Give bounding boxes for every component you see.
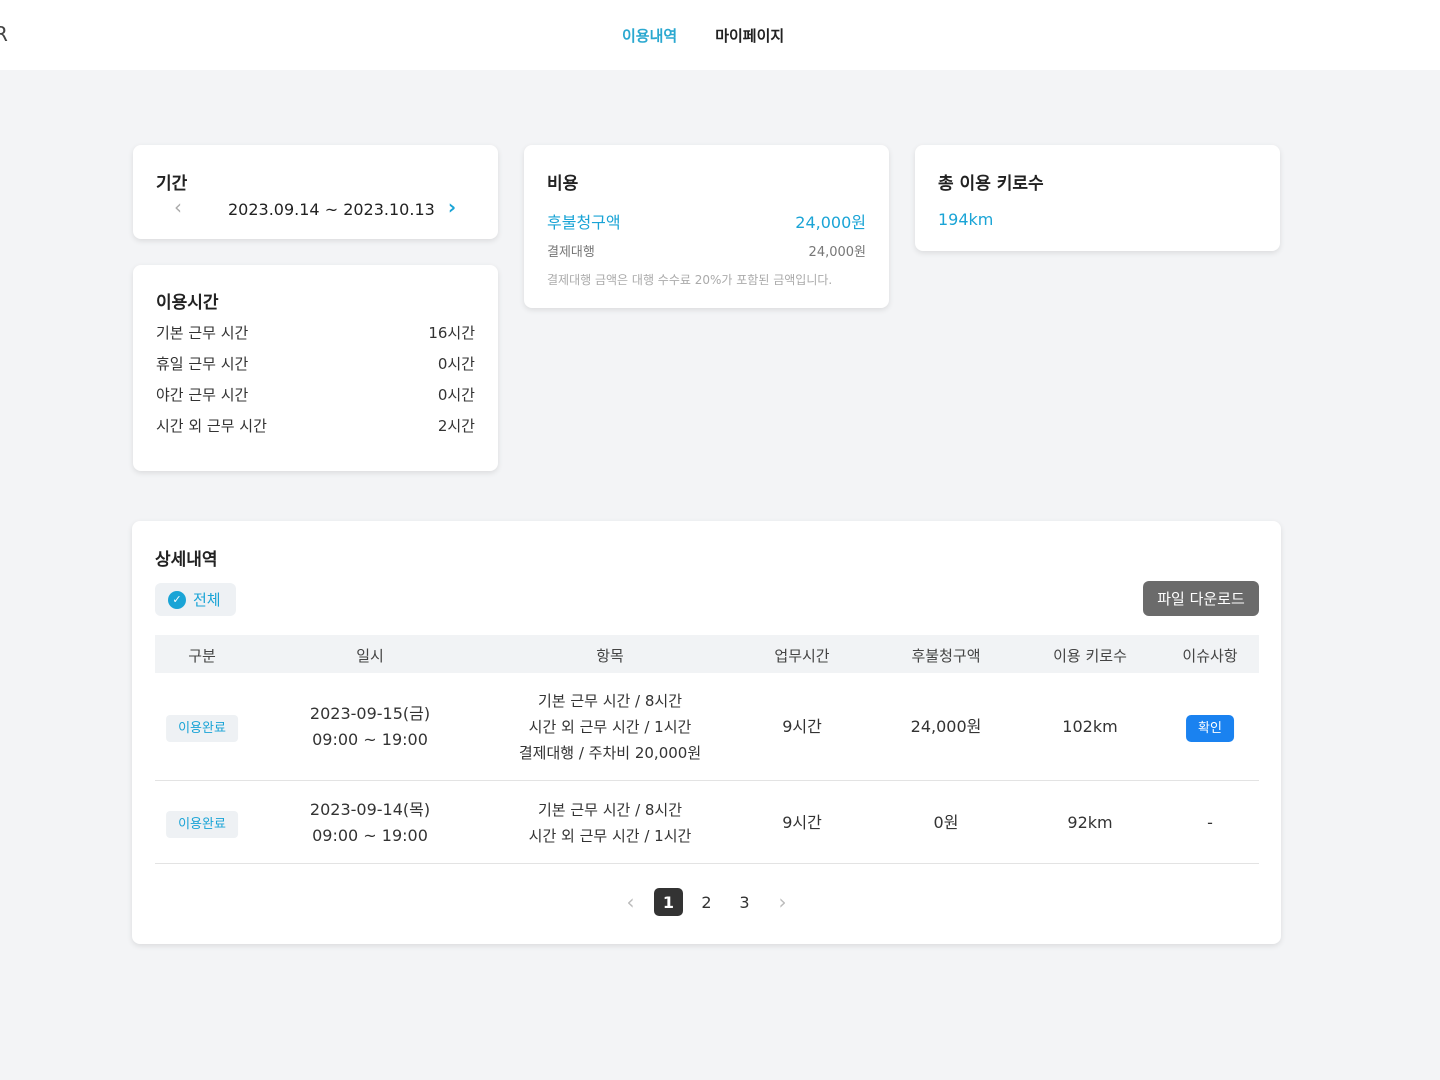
work-hours-cell: 9시간	[782, 813, 822, 832]
proxy-payment-row: 결제대행 24,000원	[547, 241, 866, 260]
date-text: 2023-09-14(목)	[309, 800, 431, 819]
usage-row-value: 0시간	[437, 386, 475, 404]
usage-time-card: 이용시간 기본 근무 시간 16시간 휴일 근무 시간 0시간 야간 근무 시간…	[133, 265, 498, 471]
logo[interactable]: R	[0, 22, 8, 46]
usage-row-label: 시간 외 근무 시간	[156, 417, 267, 435]
proxy-payment-label: 결제대행	[547, 245, 595, 260]
postpaid-row: 후불청구액 24,000원	[547, 209, 866, 233]
usage-row: 야간 근무 시간 0시간	[156, 384, 475, 405]
total-km-card: 총 이용 키로수 194km	[915, 145, 1280, 251]
page-button-3[interactable]: 3	[726, 888, 764, 916]
date-text: 2023-09-15(금)	[309, 704, 431, 723]
confirm-button[interactable]: 확인	[1186, 715, 1234, 742]
main-nav: 이용내역 마이페이지	[622, 25, 784, 46]
usage-row: 시간 외 근무 시간 2시간	[156, 415, 475, 436]
usage-row-value: 16시간	[428, 324, 475, 342]
column-header-issue: 이슈사항	[1182, 647, 1238, 665]
usage-row: 기본 근무 시간 16시간	[156, 322, 475, 343]
page-button-2[interactable]: 2	[688, 888, 726, 916]
cost-note: 결제대행 금액은 대행 수수료 20%가 포함된 금액입니다.	[547, 273, 833, 287]
time-text: 09:00 ~ 19:00	[312, 826, 428, 845]
km-cell: 102km	[1062, 717, 1118, 736]
item-line: 시간 외 근무 시간 / 1시간	[528, 827, 692, 845]
postpaid-value: 24,000원	[795, 213, 866, 232]
usage-row-label: 휴일 근무 시간	[156, 355, 249, 373]
time-text: 09:00 ~ 19:00	[312, 730, 428, 749]
items-cell: 기본 근무 시간 / 8시간 시간 외 근무 시간 / 1시간	[529, 797, 692, 849]
period-range: 2023.09.14 ~ 2023.10.13	[228, 200, 435, 219]
datetime-cell: 2023-09-14(목) 09:00 ~ 19:00	[310, 797, 430, 849]
km-cell: 92km	[1067, 813, 1113, 832]
column-header-items: 항목	[596, 647, 624, 665]
postpaid-label: 후불청구액	[547, 213, 621, 232]
item-line: 기본 근무 시간 / 8시간	[537, 692, 683, 710]
page-button-1[interactable]: 1	[650, 888, 688, 916]
chevron-left-icon[interactable]: ‹	[612, 888, 650, 916]
column-header-km: 이용 키로수	[1053, 647, 1127, 665]
issue-cell: -	[1207, 813, 1213, 832]
column-header-postpaid: 후불청구액	[911, 647, 981, 665]
postpaid-cell: 24,000원	[910, 717, 982, 736]
issue-cell: 확인	[1186, 714, 1234, 742]
nav-item-mypage[interactable]: 마이페이지	[715, 25, 784, 46]
filter-all-chip[interactable]: ✓ 전체	[155, 583, 236, 616]
top-navigation-bar: R 이용내역 마이페이지	[0, 0, 1440, 70]
postpaid-cell: 0원	[933, 813, 959, 832]
usage-row-label: 야간 근무 시간	[156, 386, 249, 404]
status-badge: 이용완료	[166, 811, 238, 838]
cost-title: 비용	[547, 174, 579, 194]
table-header: 구분 일시 항목 업무시간 후불청구액 이용 키로수 이슈사항	[155, 635, 1259, 673]
total-km-value: 194km	[938, 210, 994, 229]
status-cell: 이용완료	[166, 810, 238, 838]
filter-all-label: 전체	[193, 591, 221, 609]
total-km-title: 총 이용 키로수	[938, 174, 1044, 194]
chevron-left-icon[interactable]: ‹	[171, 195, 185, 219]
datetime-cell: 2023-09-15(금) 09:00 ~ 19:00	[310, 701, 430, 753]
chevron-right-icon[interactable]: ›	[445, 195, 459, 219]
table-row: 이용완료 2023-09-15(금) 09:00 ~ 19:00 기본 근무 시…	[155, 673, 1259, 781]
pagination: ‹ 1 2 3 ›	[132, 888, 1281, 916]
proxy-payment-value: 24,000원	[808, 245, 866, 260]
nav-item-usage-history[interactable]: 이용내역	[622, 25, 677, 46]
period-title: 기간	[156, 174, 188, 194]
usage-row-value: 2시간	[437, 417, 475, 435]
page-number: 1	[654, 888, 683, 916]
item-line: 기본 근무 시간 / 8시간	[537, 801, 683, 819]
file-download-button[interactable]: 파일 다운로드	[1143, 581, 1259, 616]
work-hours-cell: 9시간	[782, 717, 822, 736]
items-cell: 기본 근무 시간 / 8시간 시간 외 근무 시간 / 1시간 결제대행 / 주…	[519, 688, 701, 766]
usage-row: 휴일 근무 시간 0시간	[156, 353, 475, 374]
table-row: 이용완료 2023-09-14(목) 09:00 ~ 19:00 기본 근무 시…	[155, 782, 1259, 864]
column-header-datetime: 일시	[356, 647, 384, 665]
usage-time-title: 이용시간	[156, 293, 219, 313]
column-header-work-hours: 업무시간	[774, 647, 830, 665]
detail-title: 상세내역	[155, 550, 218, 570]
usage-row-value: 0시간	[437, 355, 475, 373]
cost-card: 비용 후불청구액 24,000원 결제대행 24,000원 결제대행 금액은 대…	[524, 145, 889, 308]
usage-row-label: 기본 근무 시간	[156, 324, 249, 342]
status-cell: 이용완료	[166, 714, 238, 742]
check-circle-icon: ✓	[168, 590, 186, 609]
detail-card: 상세내역 ✓ 전체 파일 다운로드 구분 일시 항목 업무시간 후불청구액 이용…	[132, 521, 1281, 944]
status-badge: 이용완료	[166, 715, 238, 742]
chevron-right-icon[interactable]: ›	[764, 888, 802, 916]
item-line: 시간 외 근무 시간 / 1시간	[528, 718, 692, 736]
item-line: 결제대행 / 주차비 20,000원	[518, 744, 702, 762]
column-header-type: 구분	[188, 647, 216, 665]
period-card: 기간 ‹ 2023.09.14 ~ 2023.10.13 ›	[133, 145, 498, 239]
